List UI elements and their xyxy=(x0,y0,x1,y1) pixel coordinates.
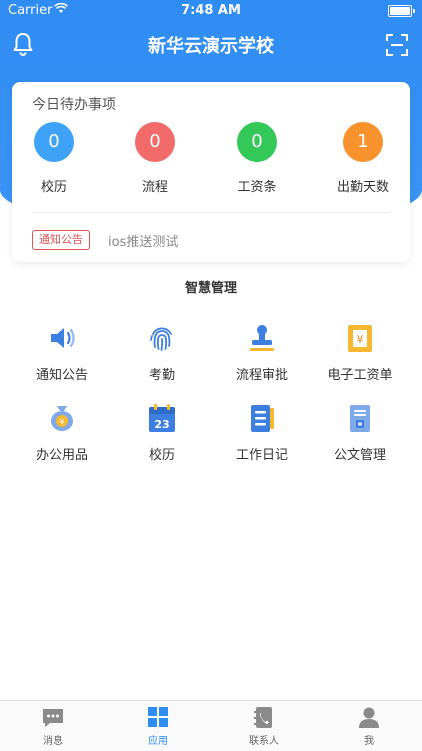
todo-count-badge: 0 xyxy=(237,122,277,162)
app-e-payslip[interactable]: ¥ 电子工资单 xyxy=(310,322,410,383)
todo-item-workflow[interactable]: 0 流程 xyxy=(115,122,195,195)
money-bag-icon: ¥ xyxy=(46,402,78,434)
tab-label: 应用 xyxy=(148,736,168,747)
battery-icon xyxy=(388,5,415,17)
todo-item-label: 工资条 xyxy=(237,180,277,195)
tab-contacts[interactable]: 联系人 xyxy=(211,707,317,747)
app-label: 通知公告 xyxy=(35,368,88,383)
todo-item-label: 校历 xyxy=(40,180,67,195)
contacts-icon xyxy=(252,707,276,729)
app-label: 办公用品 xyxy=(35,448,88,463)
todo-count-badge: 1 xyxy=(343,122,383,162)
tab-label: 我 xyxy=(364,736,374,747)
clock: 7:48 AM xyxy=(181,3,241,18)
message-icon xyxy=(41,707,65,729)
payslip-icon: ¥ xyxy=(344,322,376,354)
todo-item-label: 流程 xyxy=(141,180,168,195)
tab-messages[interactable]: 消息 xyxy=(0,707,106,747)
svg-text:23: 23 xyxy=(154,418,169,431)
app-label: 校历 xyxy=(148,448,175,463)
todo-item-attendance-days[interactable]: 1 出勤天数 xyxy=(323,122,403,195)
notebook-icon xyxy=(246,402,278,434)
scan-icon[interactable] xyxy=(386,34,408,56)
apps-grid-icon xyxy=(146,707,170,729)
todo-title: 今日待办事项 xyxy=(32,97,116,113)
tab-bar: 消息 应用 联系人 我 xyxy=(0,700,422,751)
tab-apps[interactable]: 应用 xyxy=(105,707,211,747)
todo-item-calendar[interactable]: 0 校历 xyxy=(14,122,94,195)
divider xyxy=(32,212,390,213)
todo-item-label: 出勤天数 xyxy=(336,180,389,195)
tab-label: 消息 xyxy=(43,736,63,747)
app-school-calendar[interactable]: 23 校历 xyxy=(112,402,212,463)
app-notice[interactable]: 通知公告 xyxy=(12,322,112,383)
notice-text[interactable]: ios推送测试 xyxy=(108,231,178,250)
app-work-diary[interactable]: 工作日记 xyxy=(212,402,312,463)
document-icon xyxy=(344,402,376,434)
app-label: 流程审批 xyxy=(235,368,288,383)
tab-profile[interactable]: 我 xyxy=(316,707,422,747)
app-office-supplies[interactable]: ¥ 办公用品 xyxy=(12,402,112,463)
status-bar: Carrier 7:48 AM xyxy=(0,0,422,22)
nav-bar: 新华云演示学校 xyxy=(0,22,422,66)
app-label: 考勤 xyxy=(148,368,175,383)
profile-icon xyxy=(357,707,381,729)
svg-text:¥: ¥ xyxy=(357,333,364,346)
app-label: 公文管理 xyxy=(333,448,386,463)
speaker-icon xyxy=(46,322,78,354)
section-title: 智慧管理 xyxy=(184,281,237,296)
page-title: 新华云演示学校 xyxy=(148,36,274,57)
svg-text:¥: ¥ xyxy=(59,418,64,427)
tab-label: 联系人 xyxy=(249,736,279,747)
app-label: 工作日记 xyxy=(235,448,288,463)
app-workflow-approval[interactable]: 流程审批 xyxy=(212,322,312,383)
app-document-management[interactable]: 公文管理 xyxy=(310,402,410,463)
todo-item-payslip[interactable]: 0 工资条 xyxy=(217,122,297,195)
calendar-icon: 23 xyxy=(146,402,178,434)
todo-count-badge: 0 xyxy=(135,122,175,162)
app-attendance[interactable]: 考勤 xyxy=(112,322,212,383)
stamp-icon xyxy=(246,322,278,354)
app-label: 电子工资单 xyxy=(327,368,393,383)
notice-tag: 通知公告 xyxy=(32,230,90,250)
todo-card: 今日待办事项 0 校历 0 流程 0 工资条 1 出勤天数 通知公告 ios推送… xyxy=(12,82,410,262)
todo-count-badge: 0 xyxy=(34,122,74,162)
fingerprint-icon xyxy=(146,322,178,354)
